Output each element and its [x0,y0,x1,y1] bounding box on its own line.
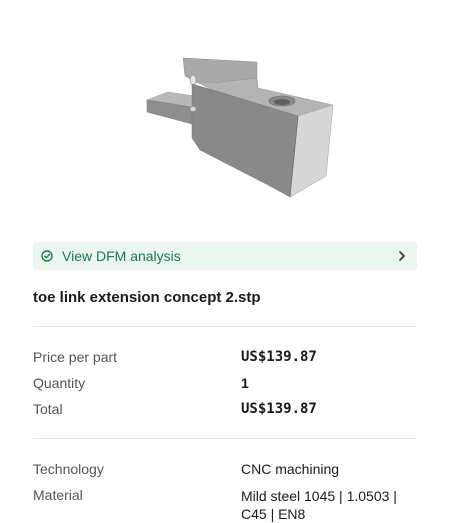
total-value: US$139.87 [241,401,317,417]
price-per-part-value: US$139.87 [241,349,317,365]
quantity-value: 1 [241,375,249,391]
material-label: Material [33,487,83,503]
price-per-part-label: Price per part [33,349,118,365]
divider [33,326,417,327]
check-circle-icon [41,250,53,262]
chevron-right-icon [399,251,405,261]
view-dfm-analysis-button[interactable]: View DFM analysis [33,242,417,270]
quantity-label: Quantity [33,375,86,391]
file-name: toe link extension concept 2.stp [33,289,261,306]
divider [33,438,417,439]
technology-label: Technology [33,461,104,477]
technology-value: CNC machining [241,461,340,477]
total-label: Total [33,401,63,417]
part-preview [0,0,475,230]
dfm-analysis-label: View DFM analysis [62,248,181,264]
material-value: Mild steel 1045 | 1.0503 | C45 | EN8 [241,488,397,522]
part-3d-model-image [146,57,334,198]
